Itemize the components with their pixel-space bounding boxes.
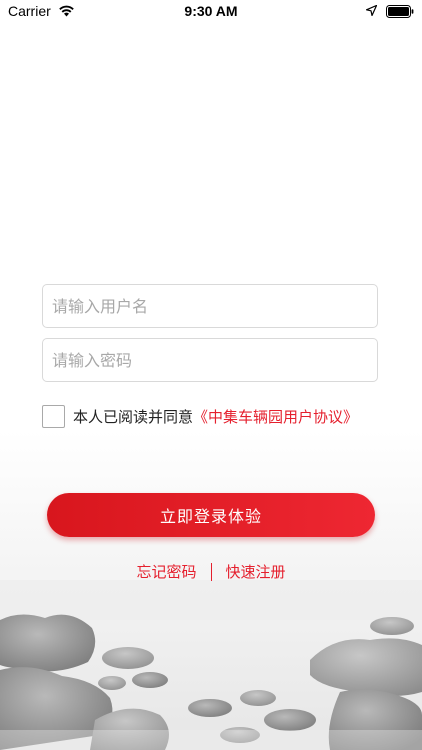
- quick-register-link[interactable]: 快速注册: [226, 561, 286, 582]
- links-divider: [210, 562, 212, 581]
- auth-links-row: 忘记密码 快速注册: [0, 561, 422, 582]
- rocky-shore-background-image: [0, 430, 422, 750]
- login-button[interactable]: 立即登录体验: [47, 493, 375, 537]
- clock: 9:30 AM: [184, 3, 238, 19]
- user-agreement-link[interactable]: 《中集车辆园用户协议》: [193, 406, 358, 427]
- location-arrow-icon: [366, 5, 377, 16]
- forgot-password-link[interactable]: 忘记密码: [136, 561, 196, 582]
- password-input[interactable]: [52, 350, 368, 370]
- password-field[interactable]: [42, 338, 378, 382]
- username-field[interactable]: [42, 284, 378, 328]
- agree-text: 本人已阅读并同意: [73, 407, 194, 426]
- agree-checkbox[interactable]: [42, 404, 65, 428]
- username-input[interactable]: [52, 296, 368, 316]
- agreement-row: 本人已阅读并同意 《中集车辆园用户协议》: [42, 403, 358, 429]
- status-bar: Carrier 9:30 AM: [0, 0, 422, 24]
- battery-icon: [386, 5, 414, 18]
